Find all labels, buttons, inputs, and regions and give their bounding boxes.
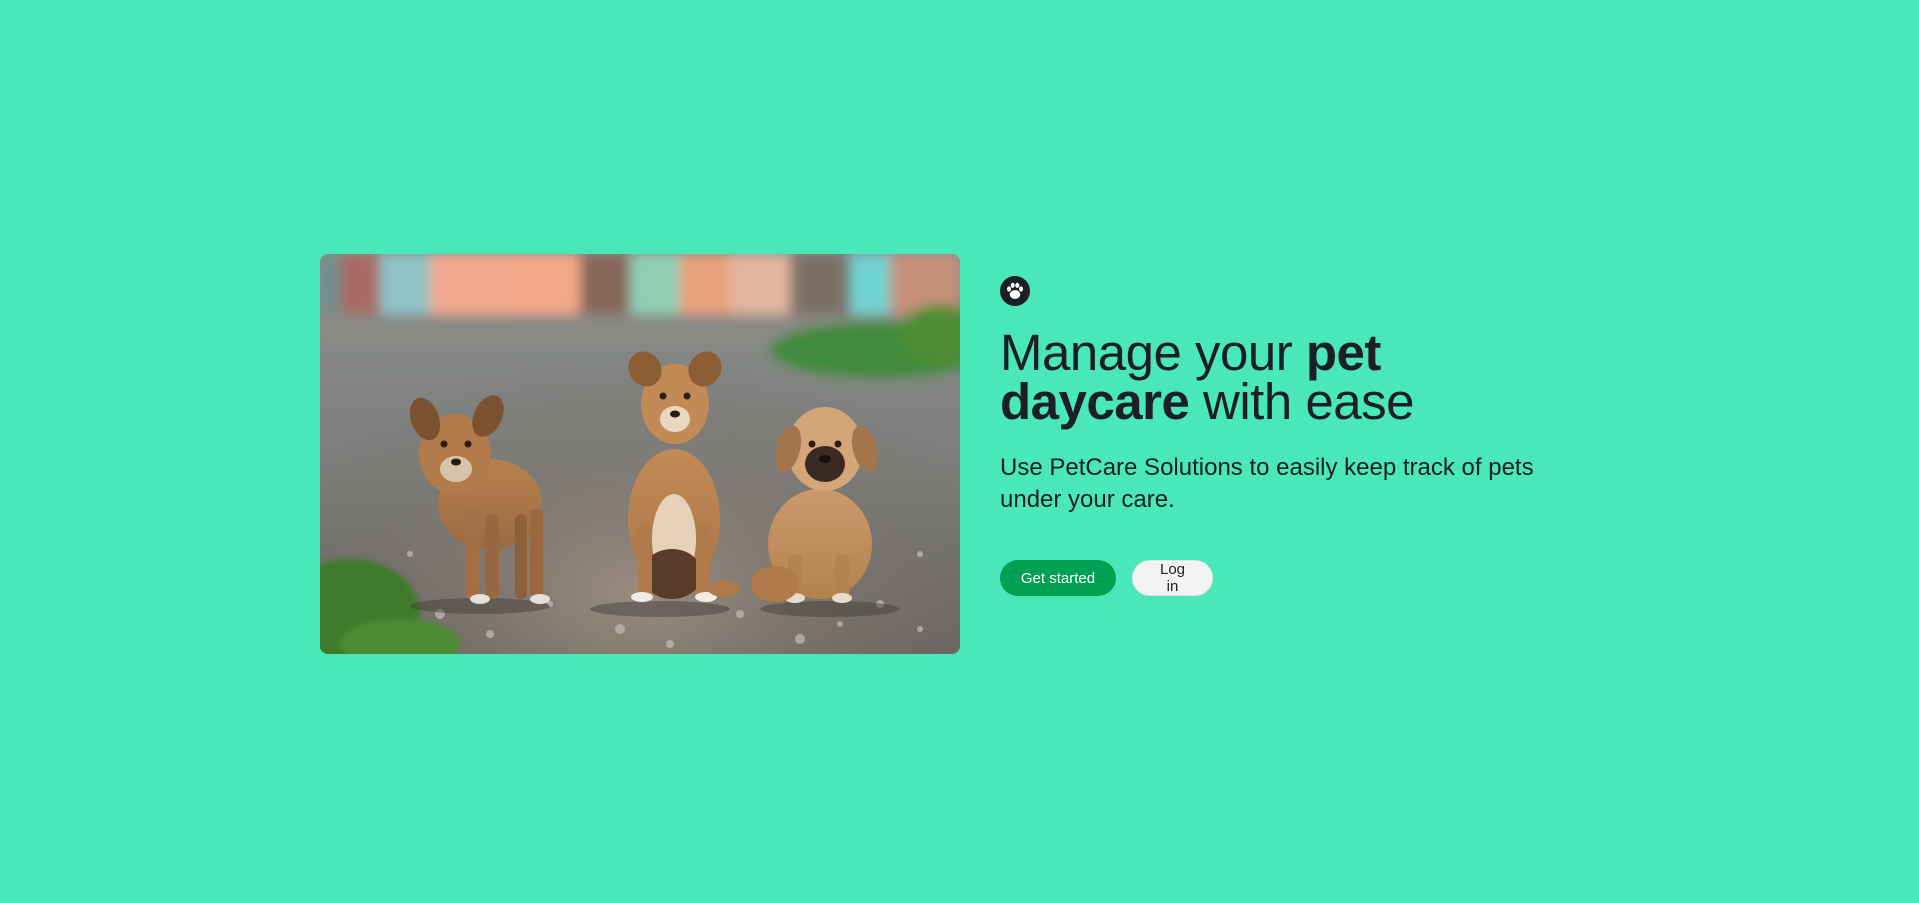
hero-section: Manage your pet daycare with ease Use Pet…	[320, 254, 1600, 654]
paw-icon	[1000, 276, 1030, 306]
hero-actions: Get started Log in	[1000, 560, 1600, 596]
headline-part2: with ease	[1189, 373, 1414, 430]
get-started-button[interactable]: Get started	[1000, 560, 1116, 596]
log-in-button[interactable]: Log in	[1132, 560, 1213, 596]
hero-subtitle: Use PetCare Solutions to easily keep tra…	[1000, 454, 1534, 513]
hero-content: Manage your pet daycare with ease Use Pet…	[1000, 276, 1600, 596]
hero-image	[320, 254, 960, 654]
hero-headline: Manage your pet daycare with ease	[1000, 327, 1600, 427]
headline-bold-daycare: daycare	[1000, 373, 1190, 430]
